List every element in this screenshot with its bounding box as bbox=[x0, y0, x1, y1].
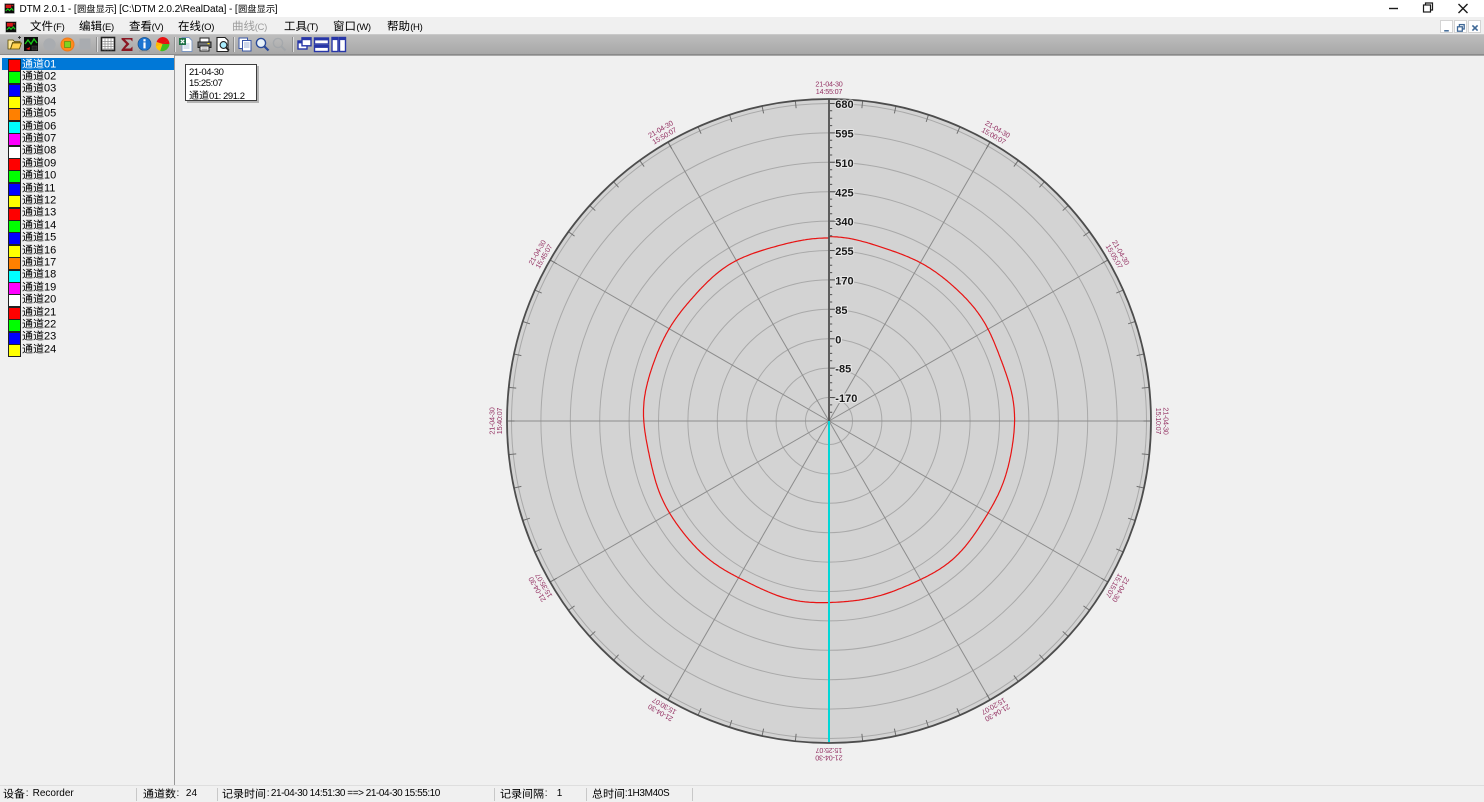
svg-text:-85: -85 bbox=[835, 364, 851, 376]
svg-text:15:10:07: 15:10:07 bbox=[1154, 408, 1163, 435]
svg-text:255: 255 bbox=[835, 246, 853, 258]
svg-text:-170: -170 bbox=[835, 393, 857, 405]
svg-text:510: 510 bbox=[835, 158, 853, 170]
svg-text:340: 340 bbox=[835, 217, 853, 229]
svg-text:170: 170 bbox=[835, 276, 853, 288]
svg-text:425: 425 bbox=[835, 187, 853, 199]
svg-text:0: 0 bbox=[835, 334, 841, 346]
svg-text:15:40:07: 15:40:07 bbox=[495, 408, 504, 435]
svg-text:85: 85 bbox=[835, 305, 847, 317]
svg-text:680: 680 bbox=[835, 99, 853, 111]
svg-text:14:55:07: 14:55:07 bbox=[816, 87, 843, 96]
svg-text:595: 595 bbox=[835, 129, 853, 141]
svg-text:15:25:07: 15:25:07 bbox=[816, 746, 843, 755]
